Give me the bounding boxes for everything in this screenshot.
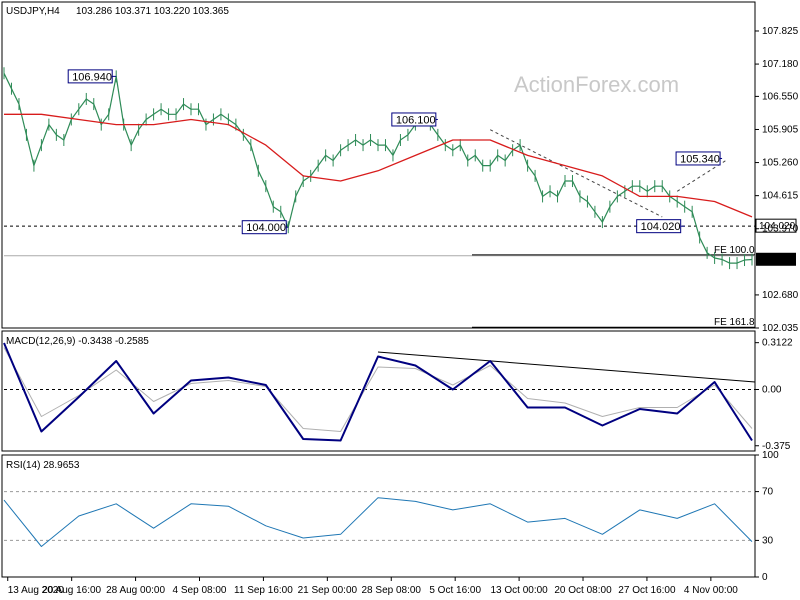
macd-ytick-label: 0.3122 [762, 338, 793, 349]
watermark: ActionForex.com [514, 72, 679, 97]
price-ytick-label: 105.260 [762, 158, 799, 169]
x-tick-label: 4 Nov 00:00 [684, 585, 738, 596]
current-price-label: 103.365 [759, 255, 796, 266]
price-ytick-label: 107.825 [762, 26, 799, 37]
x-tick-label: 5 Oct 16:00 [429, 585, 481, 596]
x-tick-label: 28 Aug 00:00 [106, 585, 165, 596]
price-ytick-label: 107.180 [762, 59, 799, 70]
annotation-label: 106.100 [396, 114, 436, 126]
x-tick-label: 20 Aug 16:00 [42, 585, 101, 596]
x-tick-label: 21 Sep 00:00 [298, 585, 358, 596]
price-ytick-label: 105.905 [762, 124, 799, 135]
rsi-title: RSI(14) 28.9653 [6, 460, 80, 471]
x-tick-label: 20 Oct 08:00 [554, 585, 612, 596]
price-ytick-label: 103.970 [762, 224, 799, 235]
fe-level-label: FE 100.0 [714, 245, 755, 256]
price-ytick-label: 102.680 [762, 290, 799, 301]
rsi-ytick-label: 70 [762, 487, 774, 498]
x-tick-label: 11 Sep 16:00 [234, 585, 293, 596]
usdjpy-chart: USDJPY,H4 103.286 103.371 103.220 103.36… [0, 0, 800, 600]
x-tick-label: 27 Oct 16:00 [618, 585, 676, 596]
annotation-label: 105.340 [680, 153, 720, 165]
rsi-ytick-label: 30 [762, 535, 774, 546]
symbol-timeframe: USDJPY,H4 [6, 6, 60, 17]
price-ytick-label: 102.035 [762, 323, 799, 334]
macd-title: MACD(12,26,9) -0.3438 -0.2585 [6, 336, 149, 347]
annotation-label: 106.940 [72, 71, 112, 83]
x-tick-label: 4 Sep 08:00 [173, 585, 227, 596]
rsi-ytick-label: 0 [762, 572, 768, 583]
annotation-label: 104.020 [641, 221, 681, 233]
annotation-label: 104.000 [246, 222, 286, 234]
rsi-ytick-label: 100 [762, 450, 779, 461]
ohlc-readout: 103.286 103.371 103.220 103.365 [76, 6, 229, 17]
x-tick-label: 13 Oct 00:00 [490, 585, 548, 596]
price-ytick-label: 104.615 [762, 191, 799, 202]
chart-background [0, 0, 800, 600]
macd-ytick-label: 0.00 [762, 385, 782, 396]
price-ytick-label: 106.550 [762, 91, 799, 102]
x-tick-label: 28 Sep 08:00 [362, 585, 422, 596]
fe-level-label: FE 161.8 [714, 317, 755, 328]
